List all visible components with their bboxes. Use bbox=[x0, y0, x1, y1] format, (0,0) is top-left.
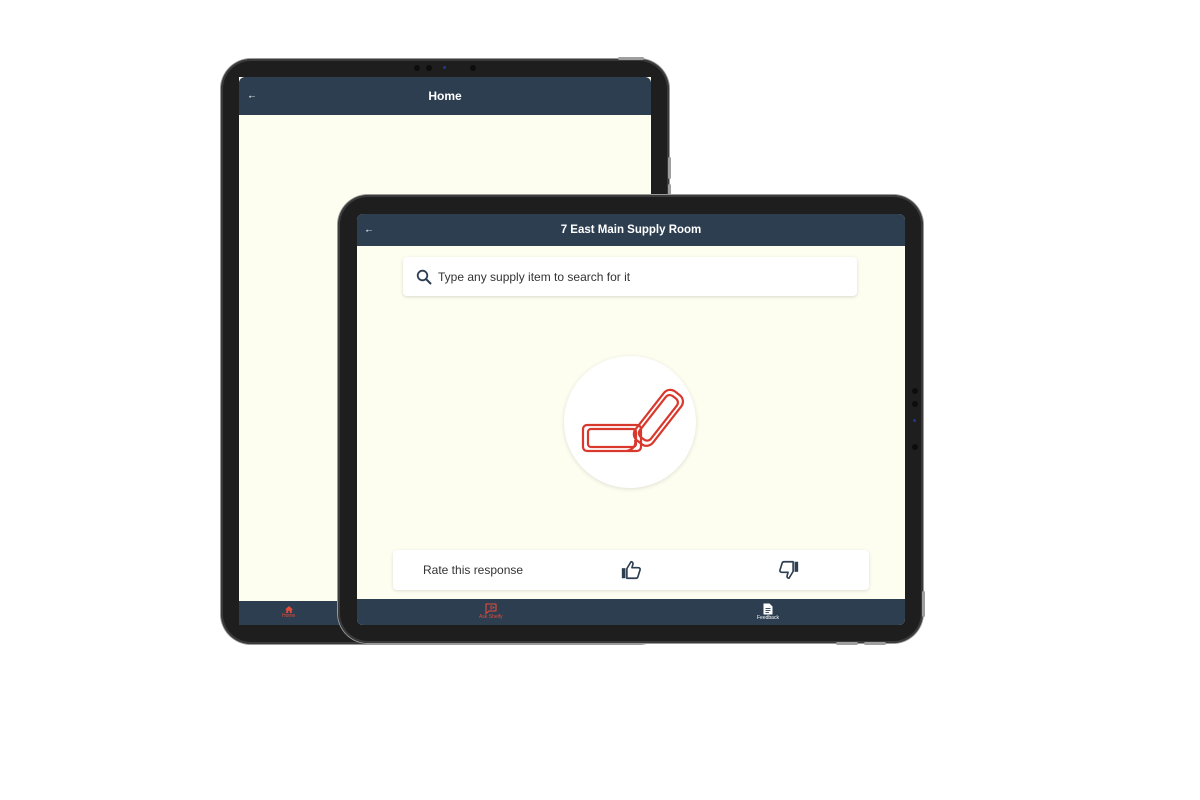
sensor-dot bbox=[470, 65, 476, 71]
app-header: ← 7 East Main Supply Room bbox=[357, 214, 905, 246]
search-bar[interactable] bbox=[403, 257, 857, 296]
document-icon bbox=[763, 603, 773, 615]
nav-label: Ask Shelfy bbox=[479, 614, 503, 620]
home-icon bbox=[284, 606, 293, 613]
front-tablet-screen: ← 7 East Main Supply Room Type any suppl… bbox=[357, 214, 905, 625]
chat-icon bbox=[485, 603, 497, 614]
volume-up-button bbox=[836, 642, 858, 645]
rating-card: Rate this response bbox=[393, 550, 869, 590]
rating-label: Rate this response bbox=[423, 563, 524, 577]
camera-lens bbox=[443, 66, 446, 69]
nav-item-feedback[interactable]: Feedback bbox=[757, 603, 779, 621]
page-title: 7 East Main Supply Room bbox=[560, 224, 702, 236]
nav-item-home[interactable]: Home bbox=[282, 606, 295, 619]
result-image bbox=[564, 356, 696, 488]
search-icon bbox=[416, 269, 432, 284]
power-button bbox=[922, 591, 925, 617]
search-input[interactable] bbox=[436, 268, 840, 285]
sensor-dot bbox=[426, 65, 432, 71]
front-tablet-device: ← 7 East Main Supply Room Type any suppl… bbox=[338, 195, 925, 645]
paperclip-icon bbox=[581, 388, 685, 453]
arrow-left-icon[interactable]: ← bbox=[247, 91, 257, 102]
nav-label: Home bbox=[282, 613, 296, 619]
sensor-dot bbox=[912, 401, 918, 407]
thumbs-down-icon[interactable] bbox=[778, 559, 800, 581]
thumbs-up-icon[interactable] bbox=[620, 559, 642, 581]
sensor-dot bbox=[912, 444, 918, 450]
sensor-dot bbox=[414, 65, 420, 71]
nav-label: Feedback bbox=[757, 615, 779, 621]
app-header: ← Home bbox=[239, 77, 651, 115]
page-title: Home bbox=[428, 89, 462, 103]
sensor-dot bbox=[912, 388, 918, 394]
volume-up-button bbox=[668, 157, 671, 179]
arrow-left-icon[interactable]: ← bbox=[364, 225, 374, 236]
camera-lens bbox=[913, 419, 916, 422]
volume-down-button bbox=[864, 642, 886, 645]
bottom-nav: Ask Shelfy Feedback bbox=[357, 599, 905, 625]
power-button bbox=[618, 57, 644, 60]
nav-item-ask-shelfy[interactable]: Ask Shelfy bbox=[479, 603, 503, 620]
